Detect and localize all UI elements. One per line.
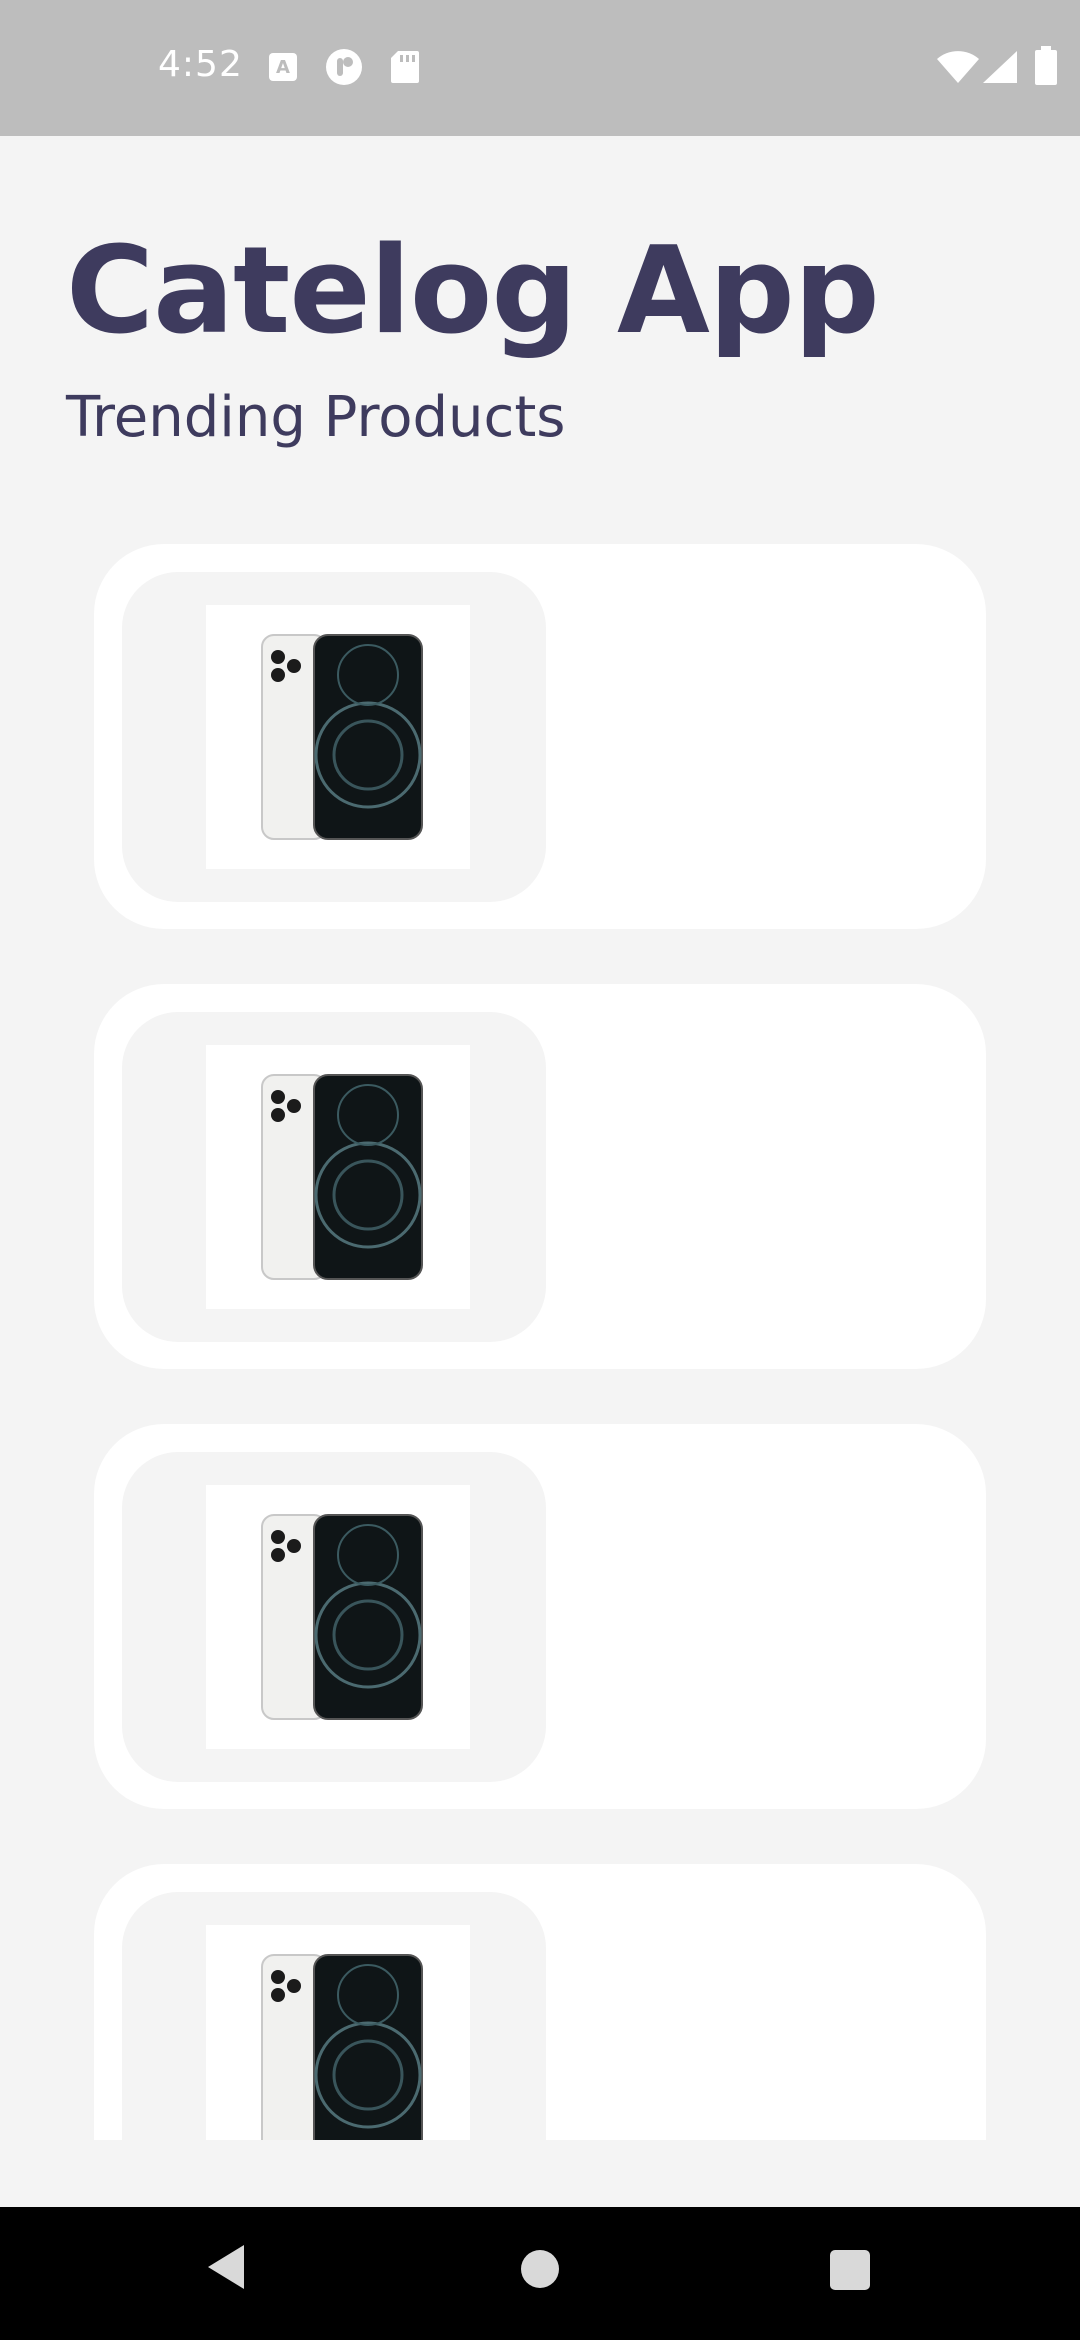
iphone-12-pro-image: [206, 1485, 470, 1749]
page-title: Catelog App: [66, 222, 880, 361]
a-notification-icon: A: [268, 52, 298, 87]
status-bar: 4:52 A: [0, 0, 1080, 136]
product-thumbnail: [122, 1012, 546, 1342]
iphone-12-pro-image: [206, 1925, 470, 2140]
svg-text:A: A: [276, 57, 290, 78]
status-time: 4:52: [158, 44, 243, 85]
product-thumbnail: [122, 572, 546, 902]
product-card[interactable]: [94, 544, 986, 929]
battery-icon: [1034, 46, 1058, 91]
tiktok-style-icon: [325, 48, 363, 91]
product-thumbnail: [122, 1892, 546, 2140]
product-thumbnail: [122, 1452, 546, 1782]
navigation-bar: [0, 2207, 1080, 2340]
signal-icon: [982, 50, 1018, 89]
product-list[interactable]: [0, 540, 1080, 2140]
home-icon[interactable]: [520, 2249, 560, 2294]
wifi-icon: [936, 50, 980, 89]
iphone-12-pro-image: [206, 1045, 470, 1309]
product-card[interactable]: [94, 1424, 986, 1809]
product-card[interactable]: [94, 1864, 986, 2140]
section-subtitle: Trending Products: [66, 385, 566, 450]
back-icon[interactable]: [204, 2243, 248, 2296]
product-card[interactable]: [94, 984, 986, 1369]
sd-card-icon: [390, 50, 420, 89]
recents-icon[interactable]: [829, 2249, 871, 2296]
iphone-12-pro-image: [206, 605, 470, 869]
